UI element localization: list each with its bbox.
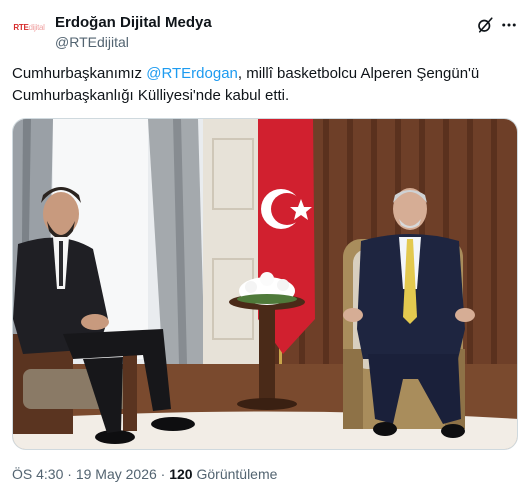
views-count: 120 (169, 466, 193, 482)
views-label: Görüntüleme (192, 466, 278, 482)
meta-separator: · (63, 466, 76, 482)
avatar[interactable]: RTE dijital (12, 10, 46, 44)
tweet-meta: ÖS 4:30 · 19 May 2026 · 120 Görüntüleme (12, 466, 277, 482)
meta-separator: · (156, 466, 170, 482)
photo-scene (13, 119, 517, 449)
tweet-photo[interactable] (12, 118, 518, 450)
avatar-text-light: dijital (28, 22, 45, 32)
author-handle[interactable]: @RTEdijital (55, 34, 129, 50)
author-name[interactable]: Erdoğan Dijital Medya (55, 14, 212, 31)
tweet-date[interactable]: 19 May 2026 (76, 466, 157, 482)
tweet-time[interactable]: ÖS 4:30 (12, 466, 63, 482)
grok-icon[interactable] (476, 16, 494, 34)
tweet-header: RTE dijital Erdoğan Dijital Medya @RTEdij… (12, 10, 518, 54)
tweet-text: Cumhurbaşkanımız @RTErdogan, millî baske… (12, 63, 518, 107)
mention-link[interactable]: @RTErdogan (146, 65, 238, 82)
avatar-text-bold: RTE (13, 22, 29, 32)
more-icon[interactable] (500, 16, 518, 34)
tweet-text-before: Cumhurbaşkanımız (12, 65, 147, 82)
